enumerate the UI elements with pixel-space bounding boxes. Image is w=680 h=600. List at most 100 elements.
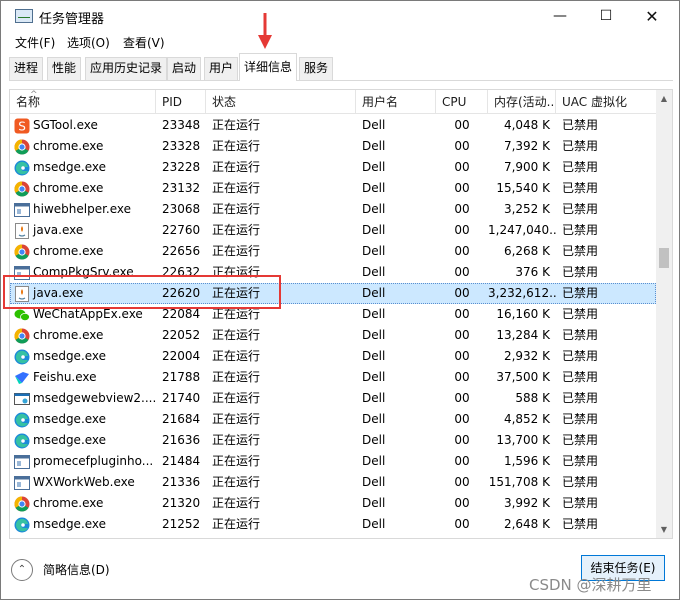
cpu-cell: 00: [454, 307, 470, 321]
user-cell: Dell: [362, 118, 386, 132]
memory-cell: 2,932 K: [503, 349, 550, 363]
cpu-cell: 00: [454, 496, 470, 510]
cpu-cell: 00: [454, 475, 470, 489]
column-memory[interactable]: 内存(活动...: [488, 90, 556, 114]
edge-icon: [14, 433, 30, 449]
pid-cell: 22004: [162, 349, 201, 363]
pid-cell: 23068: [162, 202, 201, 216]
tab-startup[interactable]: 启动: [167, 57, 202, 80]
scroll-up-icon[interactable]: ▲: [656, 90, 672, 107]
uac-cell: 已禁用: [562, 433, 599, 447]
uac-cell: 已禁用: [562, 307, 599, 321]
table-row[interactable]: msedgewebview2.... 21740 正在运行 Dell 00 588 K 已禁…: [10, 388, 656, 409]
vertical-scrollbar[interactable]: ▲ ▼: [656, 90, 672, 538]
process-name: chrome.exe: [33, 139, 104, 153]
column-cpu[interactable]: CPU: [436, 90, 488, 114]
table-row[interactable]: chrome.exe 22656 正在运行 Dell 00 6,268 K 已禁用: [10, 241, 656, 262]
menu-view[interactable]: 查看(V): [123, 34, 165, 51]
status-cell: 正在运行: [212, 244, 261, 258]
process-name: chrome.exe: [33, 244, 104, 258]
memory-cell: 4,048 K: [503, 118, 550, 132]
user-cell: Dell: [362, 391, 386, 405]
uac-cell: 已禁用: [562, 370, 599, 384]
column-status[interactable]: 状态: [206, 90, 356, 114]
status-cell: 正在运行: [212, 496, 261, 510]
pid-cell: 21740: [162, 391, 201, 405]
generic-icon: [14, 454, 30, 470]
status-cell: 正在运行: [212, 454, 261, 468]
tab-app-history[interactable]: 应用历史记录: [85, 57, 168, 80]
tab-users[interactable]: 用户: [204, 57, 239, 80]
pid-cell: 23228: [162, 160, 201, 174]
table-row[interactable]: chrome.exe 23328 正在运行 Dell 00 7,392 K 已禁用: [10, 136, 656, 157]
table-row[interactable]: java.exe 22760 正在运行 Dell 00 1,247,040... 已禁用: [10, 220, 656, 241]
close-button[interactable]: ✕: [629, 1, 675, 31]
tab-bar: 进程 性能 应用历史记录 启动 用户 详细信息 服务: [9, 53, 673, 81]
table-row[interactable]: msedge.exe 22004 正在运行 Dell 00 2,932 K 已禁用: [10, 346, 656, 367]
collapse-chevron-icon[interactable]: ⌃: [11, 559, 33, 581]
table-row[interactable]: Feishu.exe 21788 正在运行 Dell 00 37,500 K 已禁用: [10, 367, 656, 388]
table-row[interactable]: chrome.exe 23132 正在运行 Dell 00 15,540 K 已禁用: [10, 178, 656, 199]
uac-cell: 已禁用: [562, 454, 599, 468]
table-row[interactable]: msedge.exe 21252 正在运行 Dell 00 2,648 K 已禁用: [10, 514, 656, 535]
column-uac[interactable]: UAC 虚拟化: [556, 90, 656, 114]
uac-cell: 已禁用: [562, 496, 599, 510]
pid-cell: 21636: [162, 433, 201, 447]
pid-cell: 23348: [162, 118, 201, 132]
brief-info-link[interactable]: 简略信息(D): [43, 561, 110, 578]
table-row[interactable]: msedge.exe 23228 正在运行 Dell 00 7,900 K 已禁用: [10, 157, 656, 178]
generic-icon: [14, 475, 30, 491]
user-cell: Dell: [362, 496, 386, 510]
tab-details[interactable]: 详细信息: [239, 53, 298, 81]
cpu-cell: 00: [454, 265, 470, 279]
table-row[interactable]: S SGTool.exe 23348 正在运行 Dell 00 4,048 K 已禁用: [10, 115, 656, 136]
process-name: Feishu.exe: [33, 370, 97, 384]
table-row[interactable]: promecefpluginho... 21484 正在运行 Dell 00 1,596 …: [10, 451, 656, 472]
process-name: chrome.exe: [33, 328, 104, 342]
status-cell: 正在运行: [206, 535, 356, 538]
column-pid[interactable]: PID: [156, 90, 206, 114]
process-name: promecefpluginho...: [33, 454, 154, 468]
user-cell: Dell: [362, 202, 386, 216]
table-row[interactable]: WXWorkWeb.exe 21336 正在运行 Dell 00 151,708 K 已禁用: [10, 472, 656, 493]
memory-cell: 588 K: [515, 391, 550, 405]
tab-processes[interactable]: 进程: [9, 57, 44, 80]
process-name-cell: promecefpluginho...: [10, 451, 156, 472]
window-title: 任务管理器: [39, 12, 105, 27]
user-cell: Dell: [362, 370, 386, 384]
uac-cell: 已禁用: [562, 265, 599, 279]
edge-icon: [14, 160, 30, 176]
tab-services[interactable]: 服务: [299, 57, 334, 80]
menu-options[interactable]: 选项(O): [67, 34, 110, 51]
column-user[interactable]: 用户名: [356, 90, 436, 114]
process-name: msedge.exe: [33, 349, 107, 363]
uac-cell: 已禁用: [562, 244, 599, 258]
table-row[interactable]: chrome.exe 22052 正在运行 Dell 00 13,284 K 已禁用: [10, 325, 656, 346]
uac-cell: 已禁用: [562, 412, 599, 426]
pid-cell: 23328: [162, 139, 201, 153]
memory-cell: 3,992 K: [503, 496, 550, 510]
memory-cell: 4,852 K: [503, 412, 550, 426]
uac-cell: 已禁用: [562, 160, 599, 174]
cpu-cell: 00: [454, 328, 470, 342]
scroll-thumb[interactable]: [659, 248, 669, 268]
table-row[interactable]: snchost.exe 21132正在运行Dell00396 K已禁用: [10, 535, 656, 538]
table-row[interactable]: hiwebhelper.exe 23068 正在运行 Dell 00 3,252 K 已禁用: [10, 199, 656, 220]
process-table: ^ 名称 PID 状态 用户名 CPU 内存(活动... UAC 虚拟化 S SG…: [9, 89, 673, 539]
memory-cell: 7,392 K: [503, 139, 550, 153]
pid-cell: 21252: [162, 517, 201, 531]
user-cell: Dell: [362, 265, 386, 279]
table-row[interactable]: msedge.exe 21636 正在运行 Dell 00 13,700 K 已禁用: [10, 430, 656, 451]
table-row[interactable]: msedge.exe 21684 正在运行 Dell 00 4,852 K 已禁用: [10, 409, 656, 430]
process-name-cell: Feishu.exe: [10, 367, 156, 388]
minimize-button[interactable]: —: [537, 1, 583, 31]
table-row[interactable]: chrome.exe 21320 正在运行 Dell 00 3,992 K 已禁用: [10, 493, 656, 514]
scroll-down-icon[interactable]: ▼: [656, 521, 672, 538]
process-name-cell: chrome.exe: [10, 493, 156, 514]
maximize-button[interactable]: ☐: [583, 1, 629, 31]
menu-file[interactable]: 文件(F): [15, 34, 55, 51]
user-cell: Dell: [362, 328, 386, 342]
webview-icon: [14, 391, 30, 407]
tab-performance[interactable]: 性能: [47, 57, 82, 80]
task-manager-window: 任务管理器 — ☐ ✕ 文件(F) 选项(O) 查看(V) 进程 性能 应用历史…: [0, 0, 680, 600]
